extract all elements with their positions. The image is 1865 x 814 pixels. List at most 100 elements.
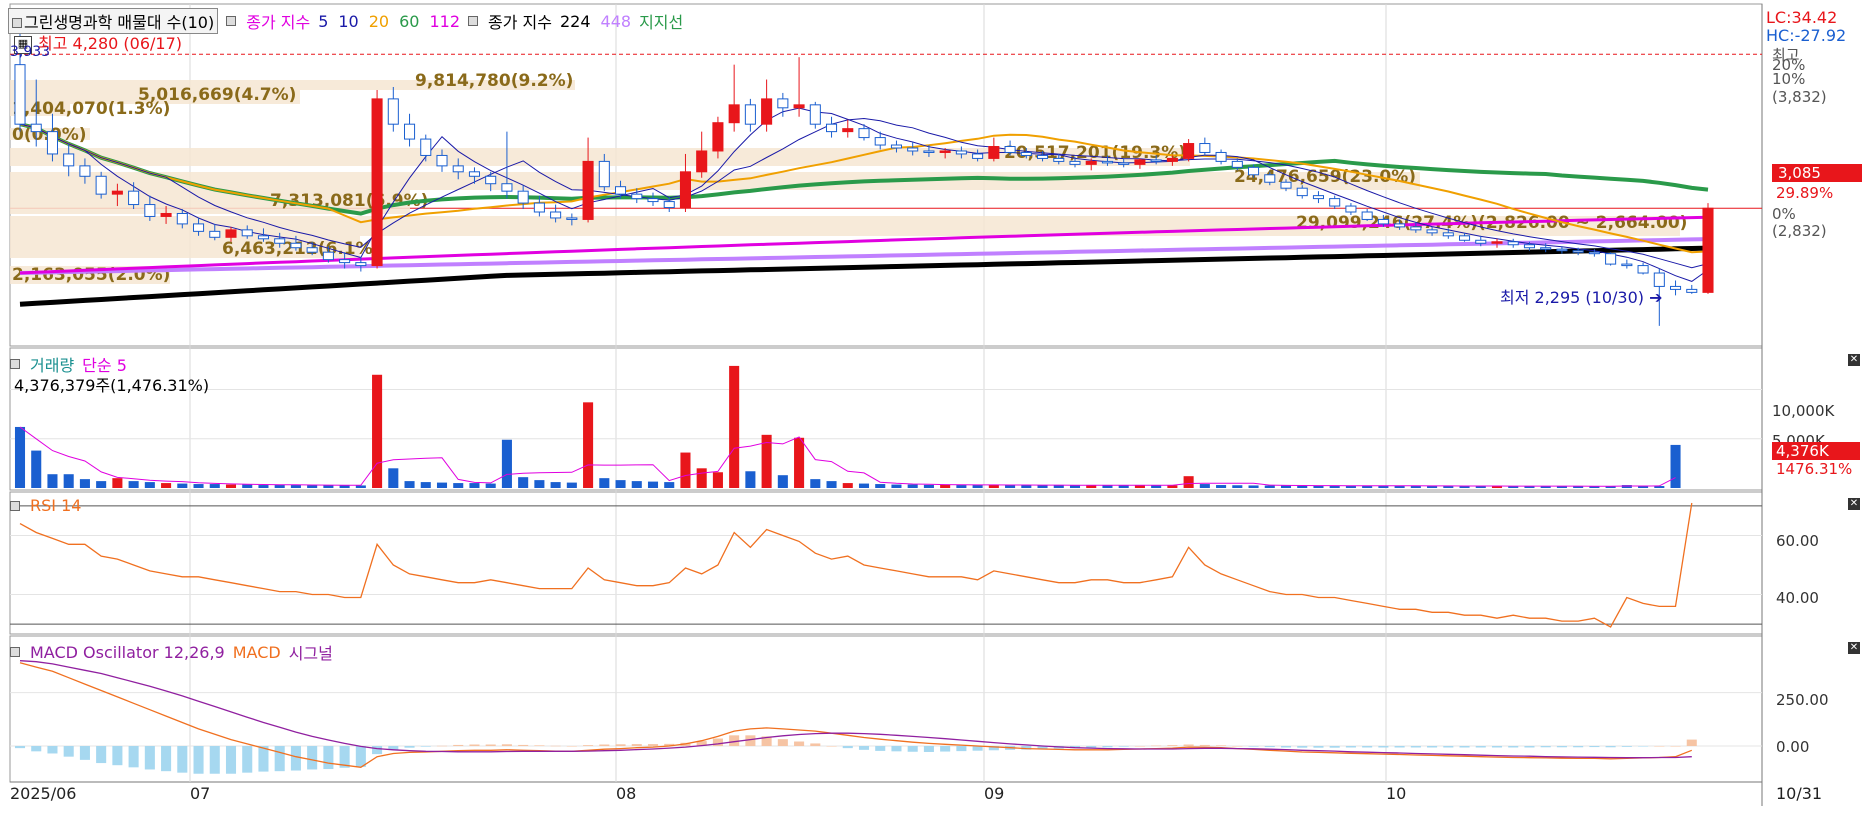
macd-osc-bar — [1134, 746, 1145, 747]
candle-body — [355, 262, 367, 267]
volume-bar — [1183, 476, 1194, 488]
volume-bar — [696, 468, 707, 488]
candle-body — [1686, 288, 1698, 293]
candle-body — [1183, 143, 1195, 159]
volume-bar — [1232, 485, 1243, 488]
volume-bar — [177, 483, 188, 488]
macd-osc-bar — [1151, 745, 1162, 747]
candle-body — [1605, 253, 1617, 265]
ma-period-10[interactable]: 10 — [338, 12, 358, 31]
candle-body — [826, 123, 838, 133]
volume-close-icon[interactable]: ✕ — [1848, 354, 1860, 366]
candle-body — [972, 153, 984, 159]
candle-body — [809, 104, 821, 125]
macd-osc-bar — [1524, 746, 1535, 748]
volume-bar — [550, 482, 561, 488]
volume-bar — [436, 482, 448, 488]
macd-osc-bar — [1443, 746, 1454, 748]
volume-bar — [307, 485, 318, 488]
volume-tag-pct: 1476.31% — [1776, 460, 1853, 478]
ma2-period-448[interactable]: 448 — [601, 12, 632, 31]
macd-osc-bar — [907, 746, 918, 752]
candle-body — [160, 212, 172, 217]
macd-osc-bar — [940, 746, 951, 752]
macd-osc-bar — [47, 746, 58, 754]
x-axis-label-5: 10/31 — [1776, 784, 1823, 803]
rsi-close-icon[interactable]: ✕ — [1848, 498, 1860, 510]
volume-bar — [1086, 485, 1097, 488]
macd-osc-bar — [1540, 746, 1551, 748]
x-axis-label-3: 09 — [984, 784, 1005, 803]
ma-period-20[interactable]: 20 — [369, 12, 389, 31]
price-tag: 3,085 — [1772, 164, 1862, 182]
candle-body — [1394, 223, 1406, 228]
panel-toggle-icon[interactable] — [12, 18, 22, 28]
volume-bar — [940, 484, 951, 488]
signal-label: 시그널 — [288, 644, 333, 663]
macd-close-icon[interactable]: ✕ — [1848, 642, 1860, 654]
volume-bar — [112, 478, 123, 488]
right-axis-label-5: (2,832) — [1772, 222, 1827, 240]
candle-body — [793, 104, 805, 109]
macd-osc-bar — [274, 746, 285, 772]
volume-bar — [96, 481, 107, 488]
candle-body — [501, 183, 513, 192]
macd-osc-bar — [1491, 746, 1503, 748]
candle-body — [128, 190, 140, 206]
volume-bar — [323, 485, 334, 488]
macd-osc-bar — [225, 746, 237, 774]
rsi-panel-frame — [9, 491, 1763, 635]
candle-body — [761, 98, 773, 125]
ma-period-5[interactable]: 5 — [318, 12, 328, 31]
macd-toggle-icon[interactable] — [10, 647, 20, 657]
ma-toggle-icon[interactable] — [226, 16, 237, 26]
volume-bar — [518, 477, 529, 488]
candle-body — [1459, 235, 1471, 241]
volume-tag: 4,376K — [1772, 442, 1860, 460]
rsi-toggle-icon[interactable] — [10, 500, 20, 511]
volume-bar — [1053, 485, 1064, 488]
rsi-axis-40: 40.00 — [1776, 589, 1819, 607]
ma-period-112[interactable]: 112 — [429, 12, 460, 31]
macd-osc-bar — [599, 744, 610, 746]
macd-axis-250: 250.00 — [1776, 691, 1829, 709]
macd-osc-bar — [290, 746, 301, 771]
signal-line — [19, 660, 1692, 759]
volume-bar — [290, 485, 301, 488]
volume-panel-frame — [9, 347, 1763, 491]
candle-body — [1523, 244, 1535, 249]
macd-osc-bar — [1297, 746, 1308, 748]
volume-toggle-icon[interactable] — [10, 359, 20, 369]
macd-osc-bar — [31, 746, 42, 752]
ma2-period-224[interactable]: 224 — [560, 12, 591, 31]
volume-bar — [501, 439, 512, 488]
ma2-toggle-icon[interactable] — [468, 16, 478, 26]
candle-body — [436, 154, 448, 167]
macd-osc-bar — [1232, 746, 1243, 747]
x-axis-label-0: 2025/06 — [10, 784, 77, 803]
macd-osc-bar — [323, 746, 334, 770]
volume-bar — [534, 480, 545, 488]
candle-body — [890, 144, 902, 149]
stock-chart-canvas[interactable]: 9,814,780(9.2%)5,016,669(4.7%)1,404,070(… — [0, 0, 1865, 814]
volume-bar — [875, 484, 886, 488]
candle-body — [1377, 218, 1389, 225]
volume-bar — [63, 474, 74, 488]
candle-body — [663, 201, 675, 209]
macd-osc-bar — [177, 746, 188, 773]
volume-ma-line — [19, 426, 1676, 487]
candle-body — [1004, 146, 1016, 153]
volume-profile-label-0: 9,814,780(9.2%) — [415, 71, 573, 91]
candle-body — [193, 223, 205, 232]
ma-period-60[interactable]: 60 — [399, 12, 419, 31]
support-line-label: 지지선 — [639, 13, 684, 32]
macd-osc-bar — [794, 741, 805, 746]
volume-bar — [209, 484, 220, 488]
volume-bar — [729, 365, 740, 488]
volume-bar — [745, 471, 756, 488]
volume-bar — [47, 474, 58, 488]
candle-body — [1312, 195, 1324, 200]
candle-body — [1572, 250, 1584, 253]
volume-bar — [79, 479, 90, 488]
macd-osc-bar — [826, 746, 837, 747]
